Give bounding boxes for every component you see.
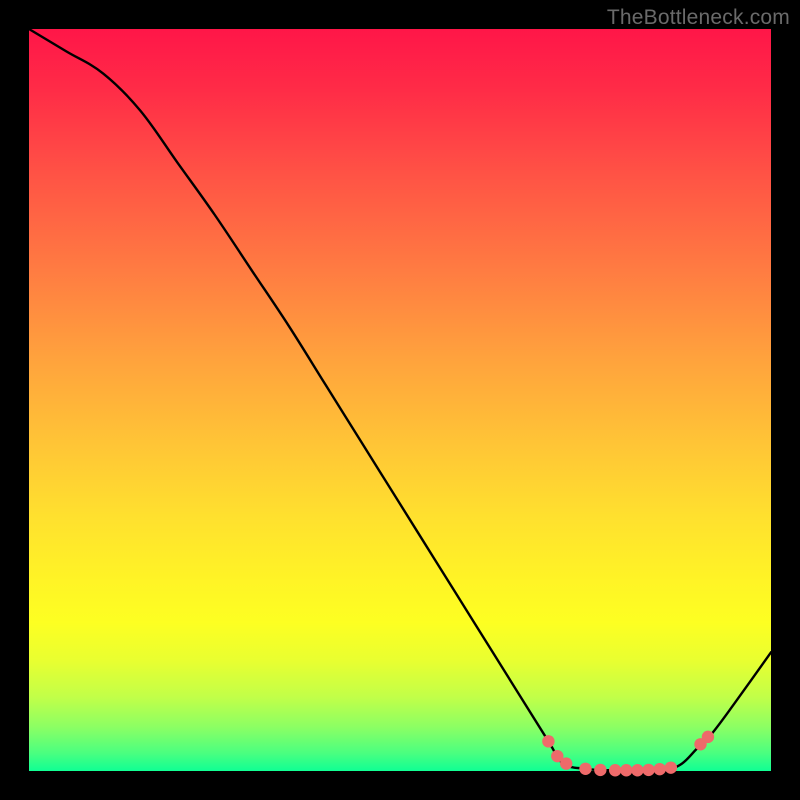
plot-area <box>29 29 771 771</box>
marker-dot <box>579 763 591 775</box>
marker-dot <box>609 764 621 776</box>
marker-dot <box>542 735 554 747</box>
chart-svg <box>29 29 771 771</box>
marker-dot <box>654 763 666 775</box>
marker-dot <box>560 757 572 769</box>
watermark-text: TheBottleneck.com <box>607 6 790 30</box>
marker-dot <box>642 764 654 776</box>
highlight-dots <box>542 731 714 777</box>
marker-dot <box>665 761 677 773</box>
bottleneck-curve <box>29 29 771 770</box>
chart-canvas: TheBottleneck.com <box>0 0 800 800</box>
marker-dot <box>594 764 606 776</box>
marker-dot <box>631 764 643 776</box>
marker-dot <box>702 731 714 743</box>
marker-dot <box>620 764 632 776</box>
